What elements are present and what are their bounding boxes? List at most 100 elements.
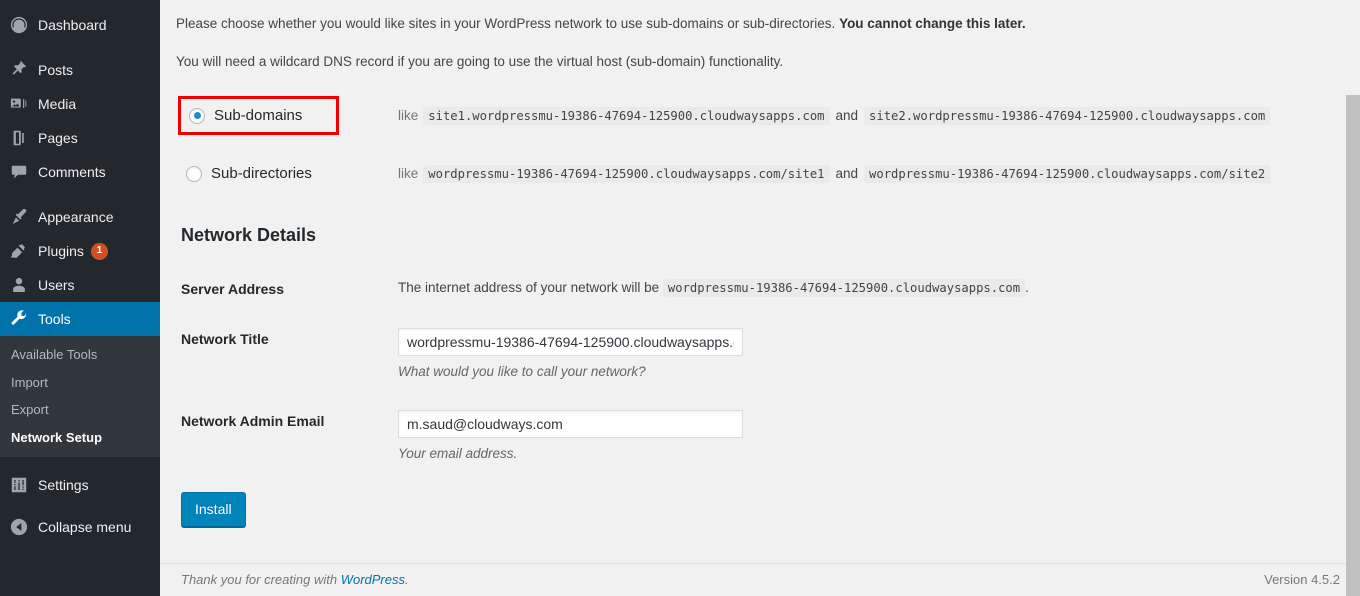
row-network-title: Network Title What would you like to cal…	[176, 314, 1340, 396]
sidebar-item-posts[interactable]: Posts	[0, 53, 160, 87]
wordpress-link[interactable]: WordPress	[341, 572, 405, 587]
footer-thanks: Thank you for creating with WordPress.	[181, 572, 409, 587]
subdirectories-radio-label: Sub-directories	[211, 165, 312, 183]
sidebar-item-label: Appearance	[38, 209, 114, 225]
pages-icon	[9, 128, 29, 148]
subdomains-option[interactable]: Sub-domains	[178, 96, 340, 136]
network-admin-email-input-cell: Your email address.	[398, 396, 1340, 478]
sidebar-item-collapse-menu[interactable]: Collapse menu	[0, 510, 160, 544]
sidebar-item-label: Collapse menu	[38, 519, 132, 536]
sidebar-separator-1	[0, 42, 160, 53]
like-word: like	[398, 166, 419, 182]
network-title-hint: What would you like to call your network…	[398, 364, 646, 380]
subdirectories-radio[interactable]	[186, 165, 202, 182]
sidebar-top-spacer	[0, 0, 160, 8]
submenu-item-network-setup[interactable]: Network Setup	[0, 424, 160, 452]
choice-row-subdirectories: Sub-directories like wordpressmu-19386-47…	[176, 145, 1340, 203]
admin-sidebar: Dashboard Posts Media Pages Comments App…	[0, 0, 168, 596]
wrench-icon	[9, 309, 29, 329]
sidebar-collapse-spacer	[0, 502, 160, 510]
main-content-area: Please choose whether you would like sit…	[160, 0, 1360, 596]
server-address-label: Server Address	[181, 280, 284, 297]
row-server-address: Server Address The internet address of y…	[176, 266, 1340, 314]
and-word: and	[835, 166, 859, 182]
subdirectories-option[interactable]: Sub-directories	[181, 161, 318, 186]
pin-icon	[9, 60, 29, 80]
dashboard-icon	[9, 15, 29, 35]
comment-icon	[9, 162, 29, 182]
sidebar-item-label: Users	[38, 277, 75, 293]
server-address-period: .	[1025, 279, 1029, 295]
plug-icon	[9, 241, 29, 261]
sidebar-item-media[interactable]: Media	[0, 87, 160, 121]
subdirectories-example-1: wordpressmu-19386-47694-125900.cloudways…	[423, 165, 830, 184]
sidebar-item-appearance[interactable]: Appearance	[0, 200, 160, 234]
page-scrollbar-thumb[interactable]	[1346, 95, 1360, 596]
media-icon	[9, 94, 29, 114]
network-title-input[interactable]	[398, 328, 743, 357]
subdomains-example-cell: like site1.wordpressmu-19386-47694-125900…	[398, 87, 1340, 145]
sidebar-separator-3	[0, 457, 160, 468]
sidebar-item-label: Dashboard	[38, 17, 107, 33]
brush-icon	[9, 207, 29, 227]
page-scrollbar-track[interactable]	[1346, 0, 1360, 596]
domain-type-choices: Sub-domains like site1.wordpressmu-19386-…	[176, 87, 1340, 203]
sidebar-item-label: Pages	[38, 130, 78, 146]
admin-footer: Thank you for creating with WordPress. V…	[160, 563, 1360, 596]
wordpress-admin-screen: Dashboard Posts Media Pages Comments App…	[0, 0, 1360, 596]
network-setup-form: Please choose whether you would like sit…	[160, 0, 1360, 527]
submenu-item-export[interactable]: Export	[0, 396, 160, 424]
network-admin-email-hint: Your email address.	[398, 445, 518, 461]
intro-warning-bold: You cannot change this later.	[839, 16, 1026, 31]
sidebar-item-label: Plugins	[38, 243, 84, 259]
network-details-heading: Network Details	[181, 224, 317, 245]
intro-paragraph-2: You will need a wildcard DNS record if y…	[176, 53, 784, 69]
network-title-label: Network Title	[181, 331, 269, 348]
intro-paragraph-1: Please choose whether you would like sit…	[176, 0, 1340, 35]
like-word: like	[398, 108, 419, 124]
collapse-arrow-icon	[9, 517, 29, 537]
server-address-code: wordpressmu-19386-47694-125900.cloudways…	[662, 278, 1026, 297]
user-icon	[9, 275, 29, 295]
submenu-item-available-tools[interactable]: Available Tools	[0, 341, 160, 369]
subdomains-radio-label: Sub-domains	[214, 107, 303, 125]
footer-thanks-suffix: .	[405, 572, 409, 587]
network-admin-email-label: Network Admin Email	[181, 412, 325, 429]
subdomains-label-cell: Sub-domains	[176, 87, 398, 145]
network-admin-email-input[interactable]	[398, 409, 743, 438]
settings-icon	[9, 475, 29, 495]
server-address-text: The internet address of your network wil…	[398, 279, 660, 295]
and-word: and	[835, 108, 859, 124]
sidebar-item-pages[interactable]: Pages	[0, 121, 160, 155]
row-network-admin-email: Network Admin Email Your email address.	[176, 396, 1340, 478]
sidebar-item-label: Media	[38, 96, 77, 112]
submit-area: Install	[176, 478, 1340, 527]
subdirectories-example-2: wordpressmu-19386-47694-125900.cloudways…	[864, 165, 1271, 184]
install-button[interactable]: Install	[181, 491, 246, 527]
sidebar-item-plugins[interactable]: Plugins 1	[0, 234, 160, 268]
footer-version: Version 4.5.2	[1264, 572, 1340, 587]
subdirectories-label-cell: Sub-directories	[176, 145, 398, 203]
sidebar-item-settings[interactable]: Settings	[0, 468, 160, 502]
subdomains-example-1: site1.wordpressmu-19386-47694-125900.clo…	[423, 107, 830, 126]
plugins-update-badge: 1	[90, 242, 108, 260]
sidebar-item-label: Posts	[38, 62, 74, 78]
sidebar-separator-2	[0, 189, 160, 200]
subdomains-example-2: site2.wordpressmu-19386-47694-125900.clo…	[864, 107, 1271, 126]
sidebar-item-label: Settings	[38, 477, 89, 494]
network-details-table: Server Address The internet address of y…	[176, 266, 1340, 478]
choice-row-subdomains: Sub-domains like site1.wordpressmu-19386-…	[176, 87, 1340, 145]
sidebar-item-label: Comments	[38, 164, 106, 180]
network-title-input-cell: What would you like to call your network…	[398, 314, 1340, 396]
sidebar-item-users[interactable]: Users	[0, 268, 160, 302]
tools-submenu: Available Tools Import Export Network Se…	[0, 336, 160, 458]
subdirectories-example-cell: like wordpressmu-19386-47694-125900.cloud…	[398, 145, 1340, 203]
subdomains-radio[interactable]	[189, 107, 205, 124]
sidebar-item-label: Tools	[38, 311, 71, 327]
sidebar-item-comments[interactable]: Comments	[0, 155, 160, 189]
sidebar-item-dashboard[interactable]: Dashboard	[0, 8, 160, 42]
server-address-value-cell: The internet address of your network wil…	[398, 266, 1340, 314]
sidebar-item-tools[interactable]: Tools	[0, 302, 168, 336]
intro-text-1: Please choose whether you would like sit…	[176, 16, 840, 31]
submenu-item-import[interactable]: Import	[0, 369, 160, 397]
